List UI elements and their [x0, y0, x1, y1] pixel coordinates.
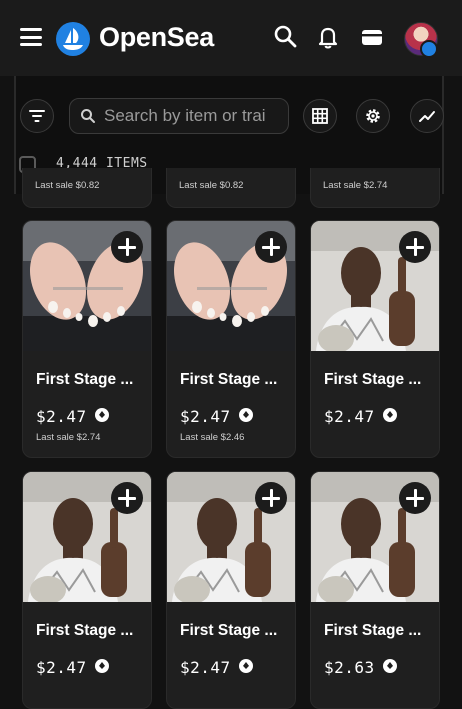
brand-name[interactable]: OpenSea [99, 22, 214, 53]
eth-icon [383, 408, 397, 422]
settings-button[interactable] [356, 99, 390, 133]
last-sale: Last sale $2.74 [36, 432, 101, 443]
search-icon [81, 109, 95, 123]
nft-card[interactable]: First Stage ... $2.47 [22, 471, 152, 709]
settings-icon [366, 109, 380, 123]
add-to-cart-button[interactable] [255, 231, 287, 263]
eth-icon [239, 659, 253, 673]
eth-icon [239, 408, 253, 422]
nft-price: $2.47 [36, 658, 87, 677]
nft-name: First Stage ... [180, 371, 278, 388]
activity-chart-icon [419, 111, 435, 122]
eth-icon [95, 659, 109, 673]
last-sale: Last sale $2.46 [180, 432, 245, 443]
add-to-cart-button[interactable] [111, 231, 143, 263]
opensea-logo-icon[interactable] [56, 22, 90, 56]
grid-view-button[interactable] [303, 99, 337, 133]
last-sale: Last sale $0.82 [35, 180, 100, 191]
menu-icon[interactable] [20, 28, 42, 46]
bell-icon[interactable] [314, 23, 342, 51]
nft-card[interactable]: First Stage ... $2.47 Last sale $2.74 [22, 220, 152, 458]
search-icon[interactable] [272, 23, 300, 51]
nft-name: First Stage ... [36, 622, 134, 639]
last-sale: Last sale $2.74 [323, 180, 388, 191]
filter-button[interactable] [20, 99, 54, 133]
nft-card[interactable]: First Stage ... $2.47 [310, 220, 440, 458]
add-to-cart-button[interactable] [399, 231, 431, 263]
nft-card[interactable]: First Stage ... $2.47 Last sale $2.46 [166, 220, 296, 458]
nft-name: First Stage ... [324, 371, 422, 388]
top-nav-bar: OpenSea [0, 0, 462, 76]
last-sale: Last sale $0.82 [179, 180, 244, 191]
account-badge-icon [420, 40, 438, 58]
eth-icon [95, 408, 109, 422]
nft-price: $2.47 [36, 407, 87, 426]
activity-button[interactable] [410, 99, 444, 133]
search-input[interactable]: Search by item or trai [69, 98, 289, 134]
nft-name: First Stage ... [180, 622, 278, 639]
nft-card[interactable]: First Stage ... $2.63 [310, 471, 440, 709]
nft-price: $2.47 [324, 407, 375, 426]
nft-price: $2.47 [180, 658, 231, 677]
filter-icon [29, 110, 45, 122]
wallet-icon[interactable] [358, 23, 386, 51]
search-placeholder: Search by item or trai [104, 106, 266, 125]
eth-icon [383, 659, 397, 673]
grid-icon [312, 108, 328, 124]
nft-card[interactable]: First Stage ... $2.47 [166, 471, 296, 709]
nft-price: $2.47 [180, 407, 231, 426]
add-to-cart-button[interactable] [111, 482, 143, 514]
nft-price: $2.63 [324, 658, 375, 677]
add-to-cart-button[interactable] [399, 482, 431, 514]
nft-name: First Stage ... [36, 371, 134, 388]
nft-name: First Stage ... [324, 622, 422, 639]
add-to-cart-button[interactable] [255, 482, 287, 514]
